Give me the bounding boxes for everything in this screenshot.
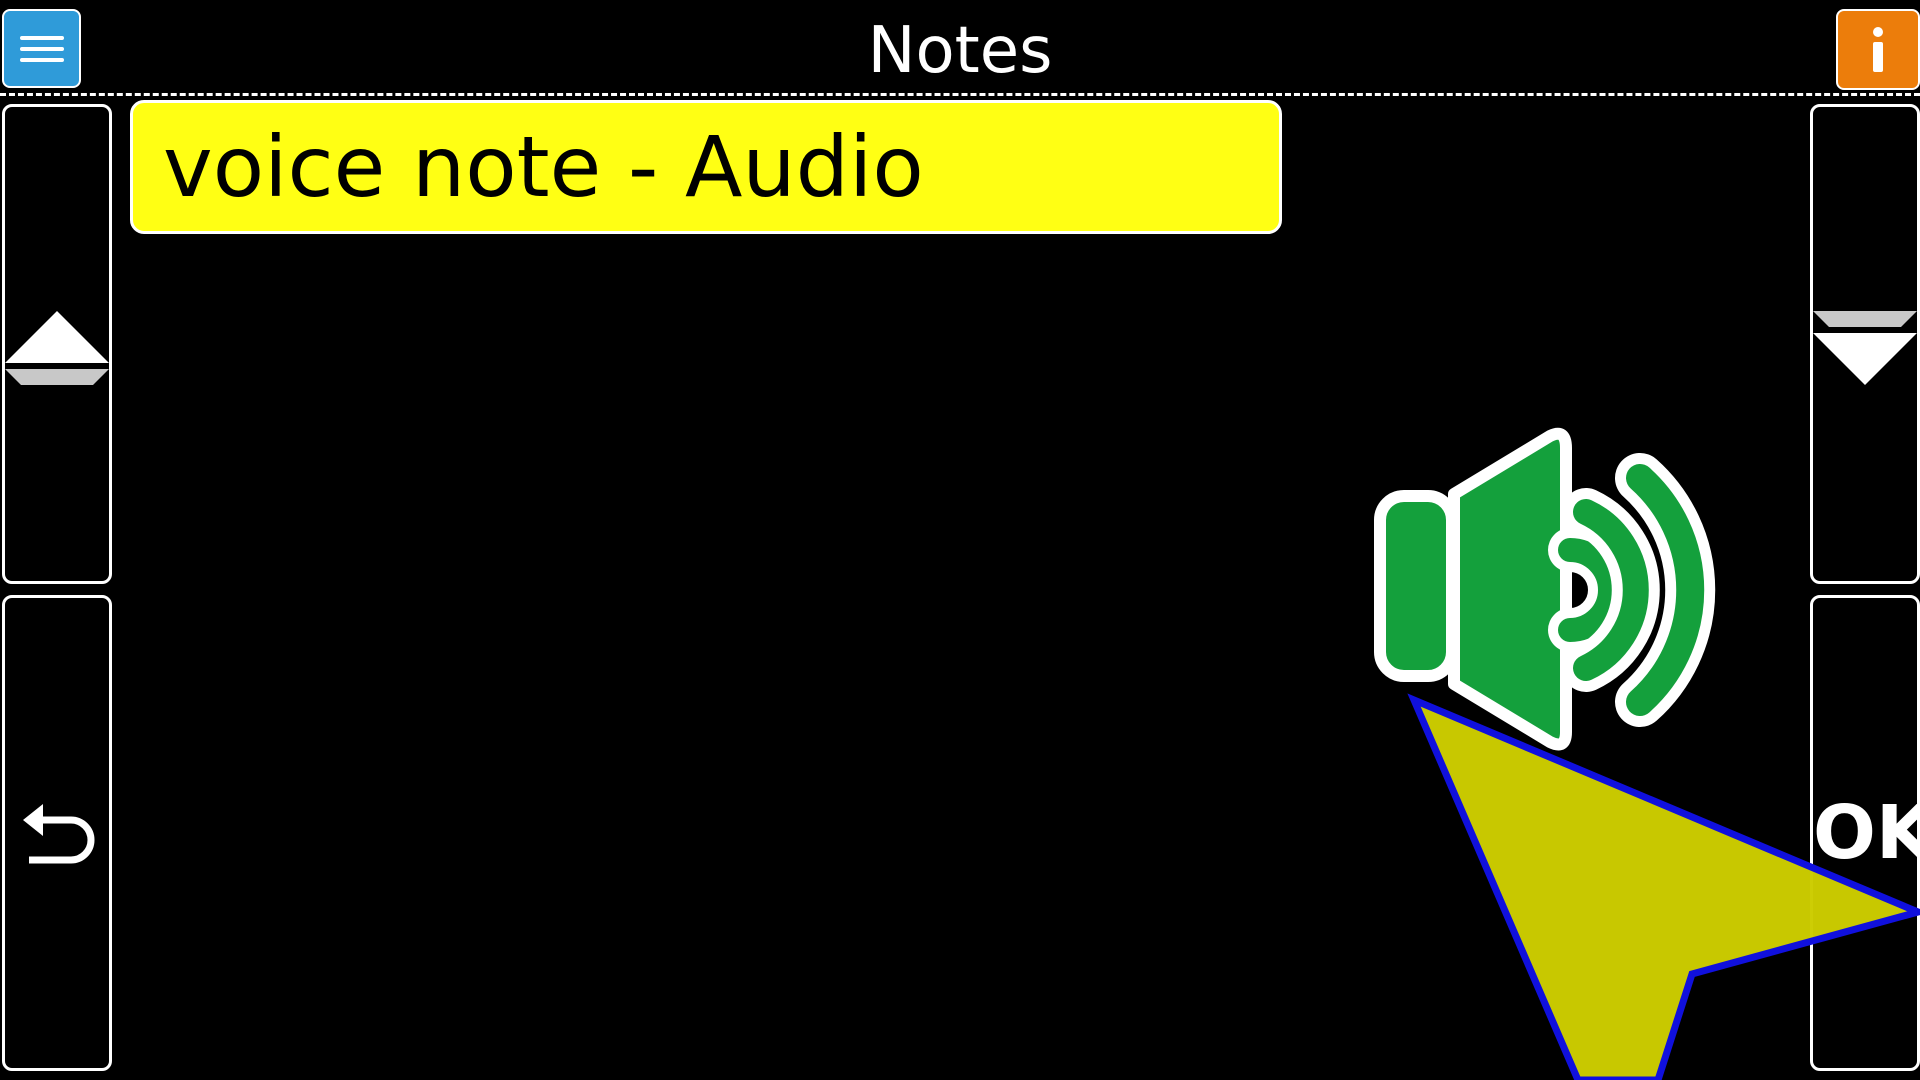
back-arrow-icon (23, 804, 95, 864)
info-icon (1873, 26, 1883, 72)
info-button[interactable] (1836, 9, 1920, 90)
scroll-up-button[interactable] (2, 104, 112, 584)
page-title: Notes (867, 14, 1053, 88)
back-button[interactable] (2, 595, 112, 1071)
scroll-down-button[interactable] (1810, 104, 1920, 584)
notes-screen: Notes OK voice note - Audio (0, 0, 1920, 1080)
scroll-up-arrow-icon (5, 311, 109, 385)
list-item-label: voice note - Audio (163, 118, 924, 216)
header-divider (0, 93, 1920, 96)
scroll-down-arrow-icon (1813, 311, 1917, 385)
pointer-cursor-icon (1407, 693, 1920, 1080)
list-item-voice-note[interactable]: voice note - Audio (130, 100, 1282, 234)
